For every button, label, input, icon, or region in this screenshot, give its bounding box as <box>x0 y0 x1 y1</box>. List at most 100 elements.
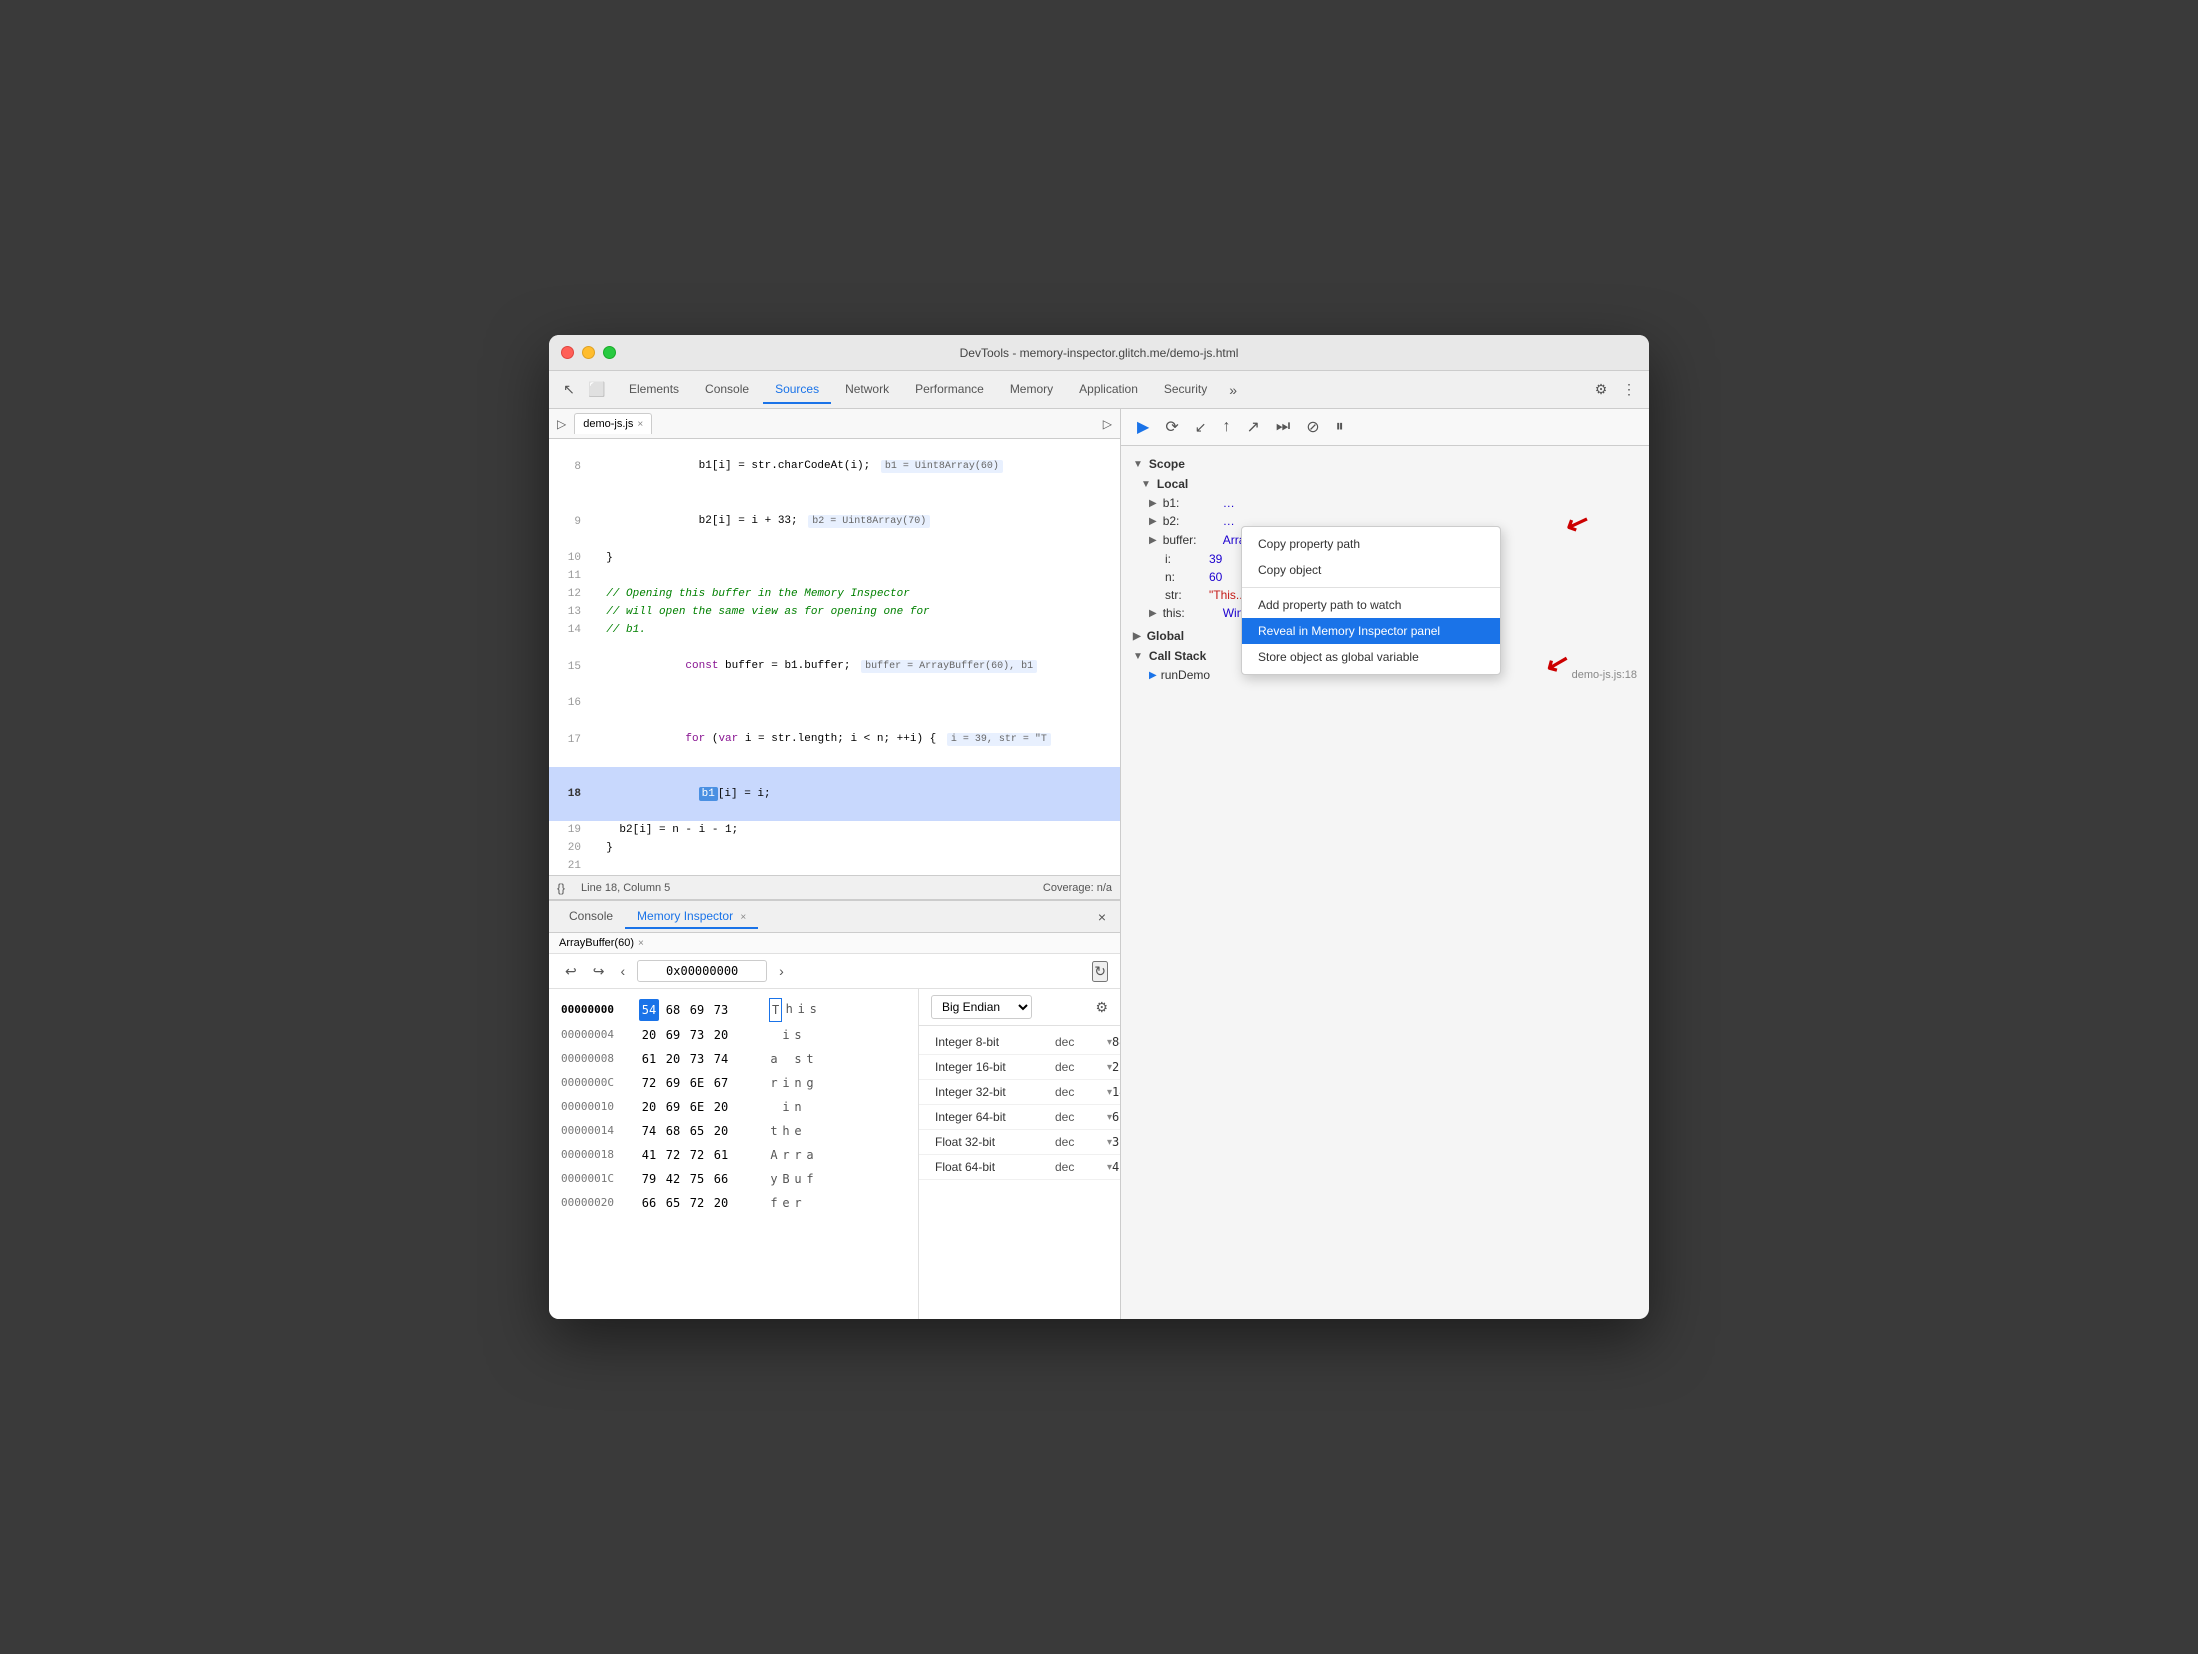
right-scope-area: ▼ Scope ▼ Local ▶ b1: … <box>1121 446 1649 1319</box>
maximize-button[interactable] <box>603 346 616 359</box>
tab-network[interactable]: Network <box>833 376 901 404</box>
file-tree-icon[interactable]: ▷ <box>557 417 566 431</box>
mi-hex-row-1: 00000004 20 69 73 20 i <box>549 1023 918 1047</box>
mi-toolbar: ↩ ↪ ‹ › ↻ <box>549 954 1120 989</box>
code-line-14: 14 // b1. <box>549 621 1120 639</box>
ctx-reveal-memory-inspector[interactable]: Reveal in Memory Inspector panel <box>1242 618 1500 644</box>
left-panel: ▷ demo-js.js × ▷ 8 b1[i] = str.charCodeA… <box>549 409 1121 1319</box>
step-out-button[interactable]: ↗ <box>1242 415 1263 439</box>
mi-refresh-button[interactable]: ↻ <box>1092 961 1108 982</box>
code-editor: 8 b1[i] = str.charCodeAt(i); b1 = Uint8A… <box>549 439 1120 875</box>
inspector-row-int16: Integer 16-bit dec ▾ 21608 <box>919 1055 1120 1080</box>
cursor-icon[interactable]: ↖ <box>557 378 581 402</box>
code-line-11: 11 <box>549 567 1120 585</box>
main-content: ▷ demo-js.js × ▷ 8 b1[i] = str.charCodeA… <box>549 409 1649 1319</box>
step-button[interactable]: ⏭ <box>1272 416 1294 438</box>
inspector-settings-icon[interactable]: ⚙ <box>1095 999 1108 1016</box>
buffer-tab: ArrayBuffer(60) × <box>549 933 1120 954</box>
main-tab-list: Elements Console Sources Network Perform… <box>617 376 1245 404</box>
pause-on-exception-button[interactable]: ⟳ <box>1161 415 1182 439</box>
bottom-panel: Console Memory Inspector × × ArrayBuffer… <box>549 899 1120 1319</box>
tab-application[interactable]: Application <box>1067 376 1150 404</box>
status-line-col: Line 18, Column 5 <box>581 882 670 894</box>
tab-memory-inspector[interactable]: Memory Inspector × <box>625 905 758 929</box>
mi-hex-row-3: 0000000C 72 69 6E 67 r i <box>549 1071 918 1095</box>
scope-section-header[interactable]: ▼ Scope <box>1121 454 1649 474</box>
tab-console[interactable]: Console <box>693 376 761 404</box>
ctx-divider <box>1242 587 1500 588</box>
status-bar: {} Line 18, Column 5 Coverage: n/a <box>549 875 1120 899</box>
code-line-19: 19 b2[i] = n - i - 1; <box>549 821 1120 839</box>
window-title: DevTools - memory-inspector.glitch.me/de… <box>960 346 1239 360</box>
ctx-copy-property-path[interactable]: Copy property path <box>1242 531 1500 557</box>
mi-hex-row-2: 00000008 61 20 73 74 a <box>549 1047 918 1071</box>
mi-inspector-toolbar: Big Endian Little Endian ⚙ <box>919 989 1120 1026</box>
source-file-close[interactable]: × <box>637 419 643 430</box>
mi-forward-button[interactable]: ↪ <box>589 961 609 982</box>
memory-inspector-tab-close[interactable]: × <box>740 912 746 923</box>
close-button[interactable] <box>561 346 574 359</box>
right-panel: ▶ ⟳ ↙ ↑ ↗ ⏭ ⊘ ⏸ ▼ Scope <box>1121 409 1649 1319</box>
deactivate-breakpoints-button[interactable]: ⊘ <box>1302 415 1323 439</box>
local-label: Local <box>1157 477 1188 491</box>
source-tab-more-icon[interactable]: ▷ <box>1103 417 1112 431</box>
bottom-panel-close[interactable]: × <box>1092 907 1112 927</box>
mi-hex-view: 00000000 54 68 69 73 T h <box>549 989 919 1319</box>
code-line-21: 21 <box>549 857 1120 875</box>
code-line-12: 12 // Opening this buffer in the Memory … <box>549 585 1120 603</box>
pause-button[interactable]: ⏸ <box>1332 416 1348 438</box>
tab-console-bottom[interactable]: Console <box>557 905 625 929</box>
tab-performance[interactable]: Performance <box>903 376 996 404</box>
bottom-tab-bar: Console Memory Inspector × × <box>549 901 1120 933</box>
ctx-copy-object[interactable]: Copy object <box>1242 557 1500 583</box>
source-tab-bar: ▷ demo-js.js × ▷ <box>549 409 1120 439</box>
mi-hex-row-5: 00000014 74 68 65 20 t h <box>549 1119 918 1143</box>
ctx-add-property-path[interactable]: Add property path to watch <box>1242 592 1500 618</box>
more-options-icon[interactable]: ⋮ <box>1617 378 1641 402</box>
mi-address-input[interactable] <box>637 960 767 982</box>
context-menu: Copy property path Copy object Add prope… <box>1241 526 1501 675</box>
call-stack-label: Call Stack <box>1149 649 1206 663</box>
inspector-row-float64: Float 64-bit dec ▾ 4.171482365401182e+98 <box>919 1155 1120 1180</box>
inspector-row-int64: Integer 64-bit dec ▾ 6082227239949792032 <box>919 1105 1120 1130</box>
tab-security[interactable]: Security <box>1152 376 1219 404</box>
scope-collapse-icon: ▼ <box>1133 459 1143 470</box>
tab-icon-group: ↖ ⬜ <box>557 378 609 402</box>
code-line-13: 13 // will open the same view as for ope… <box>549 603 1120 621</box>
local-section-header[interactable]: ▼ Local <box>1121 474 1649 494</box>
tab-overflow-button[interactable]: » <box>1221 378 1245 402</box>
endian-select[interactable]: Big Endian Little Endian <box>931 995 1032 1019</box>
mi-back-button[interactable]: ↩ <box>561 961 581 982</box>
settings-icon[interactable]: ⚙ <box>1589 378 1613 402</box>
local-collapse-icon: ▼ <box>1141 479 1151 490</box>
mi-hex-row-4: 00000010 20 69 6E 20 i <box>549 1095 918 1119</box>
global-label: Global <box>1147 629 1184 643</box>
status-bracket-icon: {} <box>557 881 565 895</box>
mi-hex-row-6: 00000018 41 72 72 61 A r <box>549 1143 918 1167</box>
mi-next-button[interactable]: › <box>775 961 788 981</box>
mi-hex-row-0: 00000000 54 68 69 73 T h <box>549 997 918 1023</box>
ctx-store-global-variable[interactable]: Store object as global variable <box>1242 644 1500 670</box>
tab-memory[interactable]: Memory <box>998 376 1065 404</box>
step-over-button[interactable]: ↙ <box>1191 417 1211 438</box>
tab-sources[interactable]: Sources <box>763 376 831 404</box>
resume-button[interactable]: ▶ <box>1133 415 1153 439</box>
inspector-rows: Integer 8-bit dec ▾ 84 Integer 16-bit de… <box>919 1026 1120 1184</box>
inspector-row-float32: Float 32-bit dec ▾ 3992806227968.00 <box>919 1130 1120 1155</box>
step-into-button[interactable]: ↑ <box>1218 416 1234 438</box>
code-line-10: 10 } <box>549 549 1120 567</box>
mi-prev-button[interactable]: ‹ <box>616 961 629 981</box>
code-line-16: 16 <box>549 694 1120 712</box>
tab-elements[interactable]: Elements <box>617 376 691 404</box>
minimize-button[interactable] <box>582 346 595 359</box>
device-icon[interactable]: ⬜ <box>585 378 609 402</box>
inspector-row-int8: Integer 8-bit dec ▾ 84 <box>919 1030 1120 1055</box>
code-line-9: 9 b2[i] = i + 33; b2 = Uint8Array(70) <box>549 494 1120 549</box>
source-file-tab[interactable]: demo-js.js × <box>574 413 652 434</box>
code-line-8: 8 b1[i] = str.charCodeAt(i); b1 = Uint8A… <box>549 439 1120 494</box>
buffer-tab-close[interactable]: × <box>638 938 644 949</box>
scope-label: Scope <box>1149 457 1185 471</box>
devtools-tab-bar: ↖ ⬜ Elements Console Sources Network Per… <box>549 371 1649 409</box>
source-file-name: demo-js.js <box>583 418 633 430</box>
mi-hex-row-7: 0000001C 79 42 75 66 y B <box>549 1167 918 1191</box>
